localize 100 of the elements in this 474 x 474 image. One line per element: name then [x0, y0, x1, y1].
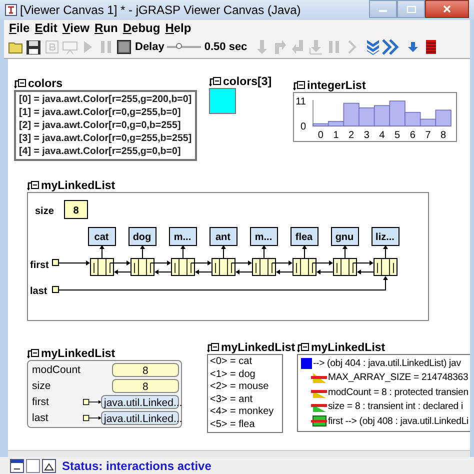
x-tick-label: 2 [348, 130, 354, 141]
list-element: <5> = flea [210, 418, 256, 431]
value-node: cat [88, 227, 116, 246]
stop-button[interactable] [115, 37, 132, 57]
delay-label: Delay [135, 41, 164, 53]
menu-item[interactable]: Run [94, 21, 118, 35]
minimize-button[interactable] [369, 0, 397, 18]
list-element: <3> = ant [210, 394, 254, 406]
list-node [90, 258, 114, 276]
next-arrow [272, 260, 292, 266]
close-button[interactable] [425, 0, 469, 18]
collapse-icon[interactable] [14, 79, 27, 89]
triangle-bar-icon [311, 401, 327, 412]
collapse-icon[interactable] [293, 81, 306, 91]
field-name: last [31, 412, 50, 424]
array-element: [4] = java.awt.Color[r=255,g=0,b=0] [19, 145, 182, 158]
menu-item[interactable]: Help [165, 21, 192, 35]
x-tick-label: 1 [333, 130, 339, 141]
menu-item[interactable]: File [9, 21, 30, 35]
x-tick-label: 8 [440, 130, 446, 141]
maximize-icon [406, 6, 416, 12]
window-icon[interactable] [10, 458, 24, 472]
variable-label: colors[3] [223, 76, 272, 88]
projector-icon [62, 40, 78, 54]
next-arrow [231, 260, 252, 266]
value-node: m... [169, 227, 197, 246]
array-element: [3] = java.awt.Color[r=0,g=255,b=255] [19, 132, 192, 145]
x-tick-label: 7 [425, 130, 431, 141]
window-title: [Viewer Canvas 1] * - jGRASP Viewer Canvas (Java) [20, 3, 301, 17]
link-arrow [342, 245, 348, 258]
list-node [292, 258, 316, 276]
field-name: modCount [31, 364, 82, 376]
histogram-bar [374, 105, 390, 126]
save-icon [26, 40, 41, 54]
pause-icon [328, 40, 340, 54]
next-arrow [352, 260, 374, 266]
return-arrow-icon [290, 39, 305, 55]
list-node [333, 258, 357, 276]
slider-thumb[interactable] [176, 43, 182, 49]
menu-item[interactable]: Debug [122, 21, 160, 35]
variable-label: myLinkedList [41, 180, 116, 192]
field-name: first [31, 396, 50, 408]
chevron-icon [346, 40, 357, 54]
list-node [212, 258, 236, 276]
pointer-arrow-icon[interactable] [82, 414, 101, 422]
list-node [171, 258, 195, 276]
next-arrow [150, 260, 171, 266]
menu-item[interactable]: Edit [34, 21, 58, 35]
stop-icon [116, 40, 130, 54]
horizontal-scrollbar[interactable] [8, 450, 470, 457]
variable-label: myLinkedList [311, 342, 386, 354]
collapse-icon[interactable] [27, 181, 40, 191]
collapse-icon[interactable] [297, 343, 310, 353]
variable-label: myLinkedList [41, 348, 116, 360]
variable-label: myLinkedList [221, 342, 296, 354]
link-arrow [180, 245, 186, 258]
stacked-arrows-icon [366, 39, 380, 55]
list-element: <4> = monkey [210, 406, 275, 418]
tree-row[interactable]: --> (obj 404 : java.util.LinkedList) jav [313, 358, 461, 369]
list-node [252, 258, 276, 276]
maximize-button[interactable] [397, 0, 425, 18]
arrow-to-line-icon [308, 39, 323, 55]
variable-label: integerList [307, 80, 366, 92]
pointer-arrow-icon[interactable] [82, 398, 101, 406]
collapse-icon[interactable] [27, 349, 40, 359]
link-arrow [383, 245, 388, 258]
x-tick-label: 0 [318, 130, 324, 141]
link-arrow [262, 245, 266, 258]
histogram-bar [358, 107, 375, 126]
last-label: last [30, 286, 48, 297]
turn-arrow-icon [272, 39, 287, 55]
value-node: dog [128, 227, 156, 246]
tree-row[interactable]: size = 8 : transient int : declared i [328, 401, 463, 412]
tree-row[interactable]: first --> (obj 408 : java.util.LinkedLi [328, 416, 469, 427]
close-icon [443, 5, 451, 13]
x-tick-label: 5 [394, 130, 400, 141]
value-node: ant [210, 227, 238, 246]
collapse-icon[interactable] [207, 343, 220, 353]
play-icon [82, 40, 92, 54]
square-icon [301, 358, 312, 369]
field-value: 8 [112, 363, 179, 377]
menu-item[interactable]: View [62, 21, 90, 35]
tree-row[interactable]: modCount = 8 : protected transien [328, 386, 468, 398]
y-tick-label: 0 [300, 122, 306, 132]
tree-row[interactable]: MAX_ARRAY_SIZE = 214748363 [328, 372, 468, 384]
fast-forward-icon [382, 39, 400, 55]
triangle-bar-icon [311, 372, 327, 384]
field-name: size [31, 380, 52, 392]
pointer-handle[interactable] [52, 259, 59, 266]
app-icon [5, 4, 17, 16]
collapse-icon[interactable] [209, 77, 222, 87]
pointer-handle[interactable] [52, 286, 59, 293]
list-node [130, 258, 154, 276]
first-label: first [30, 260, 49, 271]
link-arrow [140, 245, 145, 258]
value-node: m... [250, 227, 278, 246]
next-arrow [190, 260, 212, 266]
folder-icon [8, 40, 24, 54]
link-arrow [302, 245, 307, 258]
array-element: [2] = java.awt.Color[r=0,g=0,b=255] [19, 119, 182, 132]
